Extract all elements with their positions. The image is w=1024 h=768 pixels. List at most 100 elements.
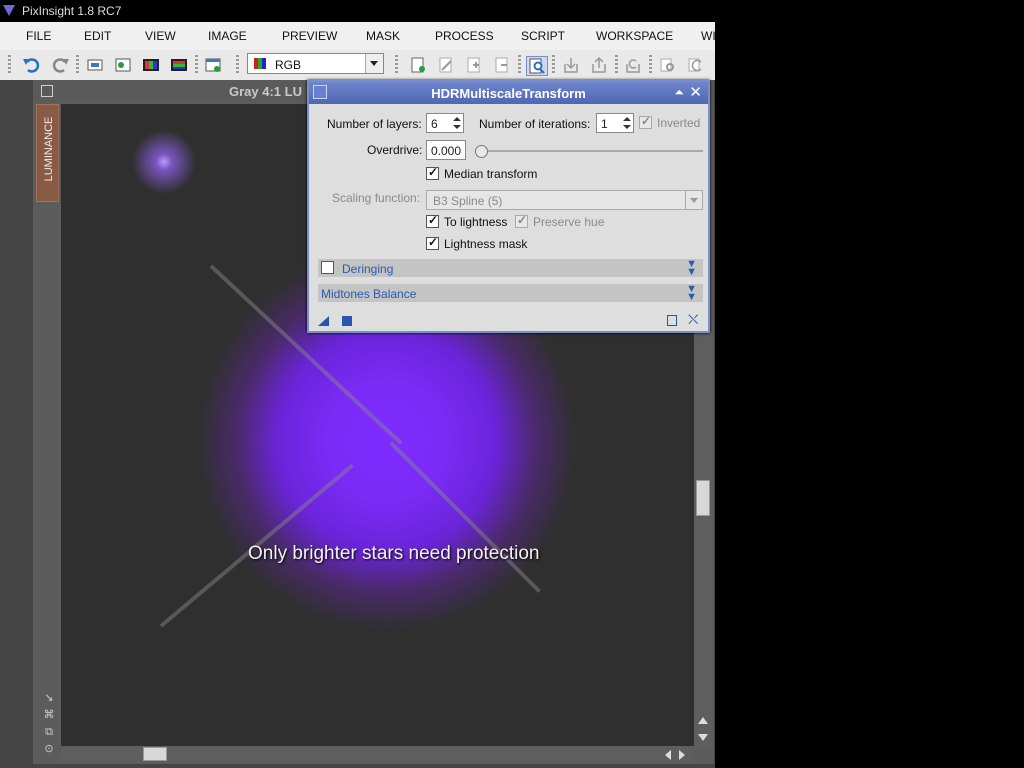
undo-icon[interactable] [22, 56, 42, 74]
new-image-icon[interactable] [113, 56, 133, 74]
dialog-title-bar[interactable]: HDRMultiscaleTransform ⏶ ✕ [309, 82, 708, 104]
diffraction-spike [389, 441, 541, 593]
chevron-down-icon[interactable] [365, 54, 383, 73]
color-mode-value: RGB [275, 58, 302, 72]
spin-up-icon[interactable] [623, 117, 631, 121]
scaling-function-select[interactable]: B3 Spline (5) [426, 190, 703, 210]
luminance-tab[interactable]: LUMINANCE [36, 104, 59, 202]
edit-preview-icon[interactable] [436, 56, 456, 74]
menu-workspace[interactable]: WORKSPACE [596, 29, 673, 43]
fit-arrow-icon[interactable]: ↘ [43, 692, 55, 704]
scroll-right-icon[interactable] [679, 750, 685, 760]
toolbar-grip[interactable] [649, 55, 652, 75]
iterations-label: Number of iterations: [479, 117, 591, 131]
dialog-title: HDRMultiscaleTransform [431, 86, 586, 101]
inverted-checkbox[interactable] [639, 114, 652, 129]
zoom-fit-icon[interactable]: ⌘ [43, 709, 55, 721]
toolbar-grip[interactable] [552, 55, 555, 75]
browse-documentation-icon[interactable] [667, 315, 677, 326]
overdrive-slider[interactable] [475, 145, 703, 158]
scaling-function-value: B3 Spline (5) [433, 194, 503, 208]
restore-icon[interactable] [589, 56, 609, 74]
to-lightness-checkbox[interactable] [426, 213, 439, 228]
toolbar-grip[interactable] [236, 55, 239, 75]
toolbar-grip[interactable] [8, 55, 11, 75]
luminance-tab-label: LUMINANCE [43, 116, 55, 182]
deringing-section[interactable]: Deringing ▼ ▼ [318, 259, 703, 278]
overdrive-label: Overdrive: [367, 143, 423, 157]
iterations-spinbox[interactable]: 1 [596, 113, 634, 133]
menu-script[interactable]: SCRIPT [521, 29, 565, 43]
horizontal-scrollbar[interactable] [61, 746, 694, 762]
pixinsight-app: PixInsight 1.8 RC7 FILE EDIT VIEW IMAGE … [0, 0, 716, 768]
median-transform-label: Median transform [444, 167, 538, 181]
close-icon[interactable]: ✕ [689, 83, 702, 101]
menu-process[interactable]: PROCESS [435, 29, 494, 43]
store-icon[interactable] [561, 56, 581, 74]
clone-icon[interactable]: ⧉ [43, 726, 55, 738]
chevron-down-icon[interactable] [685, 191, 702, 209]
toolbar-grip[interactable] [76, 55, 79, 75]
iterations-value: 1 [601, 117, 608, 131]
layers-value: 6 [431, 117, 438, 131]
spin-buttons[interactable] [451, 114, 463, 132]
menu-image[interactable]: IMAGE [208, 29, 247, 43]
add-preview-icon[interactable] [464, 56, 484, 74]
new-window-icon[interactable] [203, 56, 223, 74]
slider-knob[interactable] [475, 145, 488, 158]
menu-file[interactable]: FILE [26, 29, 51, 43]
spin-down-icon[interactable] [453, 125, 461, 129]
scaling-function-label: Scaling function: [332, 191, 421, 205]
reset-icon[interactable]: ⛌ [688, 311, 698, 328]
new-instance-icon[interactable] [318, 316, 329, 326]
zoom-preview-icon[interactable] [526, 56, 548, 76]
menu-edit[interactable]: EDIT [84, 29, 111, 43]
shade-icon[interactable]: ⏶ [674, 85, 684, 100]
hdr-multiscale-transform-dialog: HDRMultiscaleTransform ⏶ ✕ Number of lay… [307, 80, 710, 333]
pixinsight-logo-icon [3, 5, 15, 16]
image-info-icon[interactable] [85, 56, 105, 74]
settings-icon[interactable] [657, 56, 677, 74]
reset-icon[interactable] [623, 56, 643, 74]
redo-icon[interactable] [50, 56, 70, 74]
lightness-mask-checkbox[interactable] [426, 235, 439, 250]
menu-mask[interactable]: MASK [366, 29, 400, 43]
refresh-icon[interactable] [685, 56, 705, 74]
toolbar-grip[interactable] [518, 55, 521, 75]
window-menu-icon[interactable] [41, 85, 53, 97]
deringing-label: Deringing [342, 262, 394, 276]
menu-preview[interactable]: PREVIEW [282, 29, 337, 43]
spin-down-icon[interactable] [623, 125, 631, 129]
scroll-up-icon[interactable] [698, 717, 708, 724]
toolbar-grip[interactable] [395, 55, 398, 75]
horizontal-scroll-thumb[interactable] [143, 747, 167, 761]
lightness-mask-label: Lightness mask [444, 237, 528, 251]
layers-spinbox[interactable]: 6 [426, 113, 464, 133]
new-preview-icon[interactable] [408, 56, 428, 74]
scroll-down-icon[interactable] [698, 734, 708, 741]
toolbar-grip[interactable] [195, 55, 198, 75]
remove-preview-icon[interactable] [492, 56, 512, 74]
spin-up-icon[interactable] [453, 117, 461, 121]
vertical-scroll-thumb[interactable] [696, 480, 710, 516]
rgb-channels-icon[interactable] [141, 56, 161, 74]
median-transform-checkbox[interactable] [426, 165, 439, 180]
scroll-left-icon[interactable] [665, 750, 671, 760]
midtones-balance-label: Midtones Balance [321, 287, 417, 301]
spin-buttons[interactable] [621, 114, 633, 132]
preserve-hue-checkbox[interactable] [515, 213, 528, 228]
midtones-balance-section[interactable]: Midtones Balance ▼ ▼ [318, 284, 703, 303]
expand-icon[interactable]: ▼ ▼ [686, 259, 697, 278]
color-mode-select[interactable]: RGB [247, 53, 384, 74]
menu-view[interactable]: VIEW [145, 29, 176, 43]
menu-window[interactable]: WI [701, 29, 716, 43]
center-icon[interactable]: ⊙ [43, 743, 55, 755]
expand-icon[interactable]: ▼ ▼ [686, 284, 697, 303]
overdrive-field[interactable]: 0.000 [426, 140, 466, 160]
toolbar-grip[interactable] [615, 55, 618, 75]
color-channels-icon[interactable] [169, 56, 189, 74]
window-title: PixInsight 1.8 RC7 [22, 4, 122, 18]
apply-global-icon[interactable] [342, 316, 352, 326]
to-lightness-label: To lightness [444, 215, 508, 229]
deringing-checkbox[interactable] [321, 261, 334, 274]
